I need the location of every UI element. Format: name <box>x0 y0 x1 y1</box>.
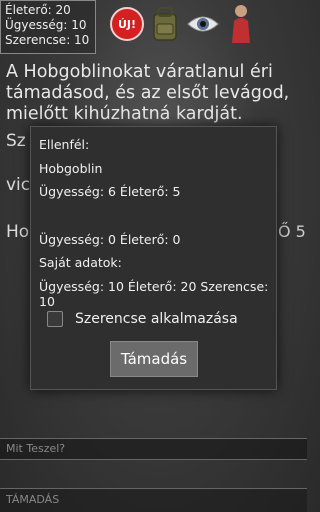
story-partial: vic <box>6 175 31 195</box>
story-line: támadásod, és az elsőt levágod, <box>6 83 290 103</box>
attack-button[interactable]: Támadás <box>110 341 198 377</box>
enemy-header: Ellenfél: <box>39 137 90 152</box>
stat-eletero: Életerő: 20 <box>5 3 71 17</box>
eye-icon[interactable] <box>186 2 220 46</box>
toolbar-icons: ÚJ! <box>110 2 258 50</box>
action-button[interactable]: TÁMADÁS <box>0 488 307 512</box>
story-partial: Sz <box>6 131 26 151</box>
story-line: mielőtt kihúzhatná kardját. <box>6 104 243 124</box>
enemy-stats: Ügyesség: 6 Életerő: 5 <box>39 184 181 199</box>
backpack-icon[interactable] <box>148 2 182 46</box>
luck-option[interactable]: Szerencse alkalmazása <box>47 311 238 327</box>
stats-panel: Életerő: 20 Ügyesség: 10 Szerencse: 10 <box>0 0 96 54</box>
enemy-name: Hobgoblin <box>39 161 103 176</box>
command-input[interactable]: Mit Teszel? <box>0 438 307 460</box>
enemy2-stats: Ügyesség: 0 Életerő: 0 <box>39 232 181 247</box>
story-partial-right: Ő 5 <box>278 222 306 241</box>
own-stats: Ügyesség: 10 Életerő: 20 Szerencse: 10 <box>39 279 269 309</box>
story-text: A Hobgoblinokat váratlanul éri támadásod… <box>6 62 302 125</box>
luck-label: Szerencse alkalmazása <box>75 311 238 327</box>
own-header: Saját adatok: <box>39 255 122 270</box>
stat-ugyesseg: Ügyesség: 10 <box>5 18 87 32</box>
stat-szerencse: Szerencse: 10 <box>5 33 90 47</box>
character-icon[interactable] <box>224 2 258 46</box>
luck-checkbox[interactable] <box>47 311 63 327</box>
story-line: A Hobgoblinokat váratlanul éri <box>6 62 273 82</box>
story-partial: Ho <box>6 222 30 242</box>
new-badge-label: ÚJ! <box>110 7 144 41</box>
combat-dialog: Ellenfél: Hobgoblin Ügyesség: 6 Életerő:… <box>30 126 277 390</box>
new-badge-icon[interactable]: ÚJ! <box>110 2 144 46</box>
